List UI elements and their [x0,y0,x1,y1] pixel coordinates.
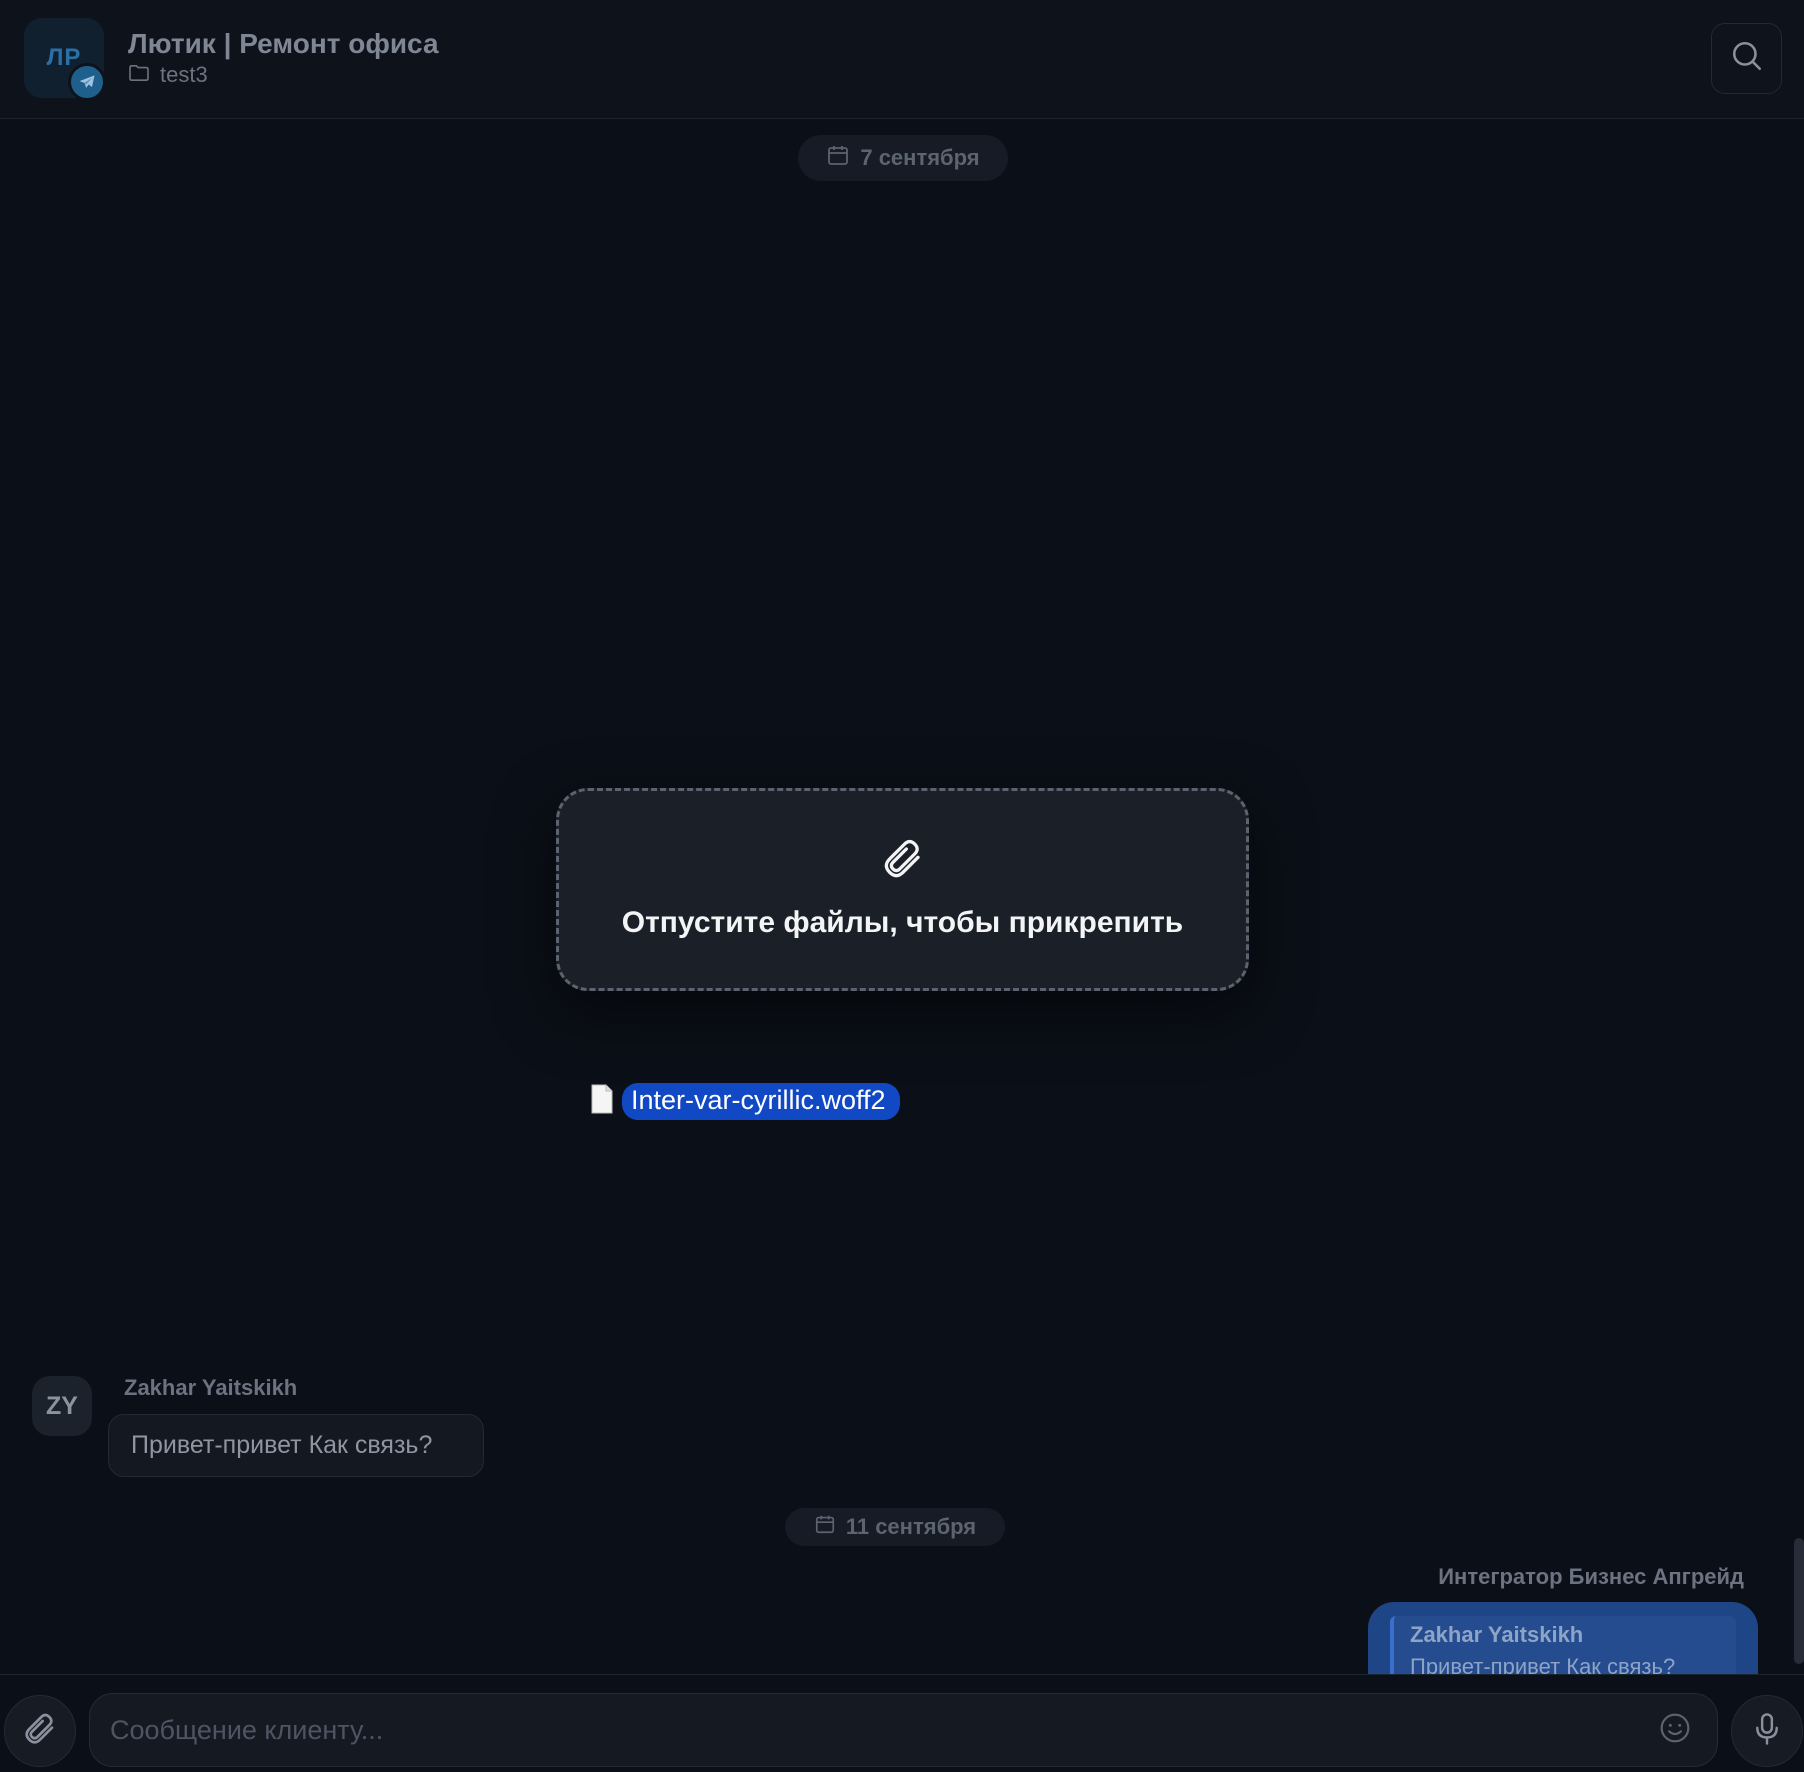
date-label: 7 сентября [860,145,980,170]
smiley-icon [1659,1712,1691,1749]
calendar-icon [826,143,850,173]
folder-icon [128,64,150,87]
search-button[interactable] [1711,23,1782,94]
emoji-button[interactable] [1657,1712,1693,1748]
reply-quote-text: Привет-привет Как связь? [1410,1654,1676,1674]
attach-button[interactable] [4,1695,76,1767]
outgoing-message[interactable]: Zakhar Yaitskikh Привет-привет Как связь… [1368,1602,1758,1674]
message-text: Привет-привет Как связь? [131,1431,433,1459]
dragged-file[interactable]: Inter-var-cyrillic.woff2 [590,1083,900,1120]
outgoing-sender-name: Интегратор Бизнес Апгрейд [1438,1564,1744,1589]
voice-message-button[interactable] [1731,1695,1803,1767]
folder-name: test3 [160,62,208,87]
message-composer [0,1674,1804,1772]
date-separator: 7 сентября [798,135,1008,181]
search-icon [1730,39,1764,78]
incoming-message[interactable]: Привет-привет Как связь? [108,1414,484,1477]
paperclip-icon [24,1713,56,1750]
chat-window: ЛР Лютик | Ремонт офиса test3 7 сентября [0,0,1804,1772]
chat-folder[interactable]: test3 [128,62,208,88]
reply-quote-name: Zakhar Yaitskikh [1410,1622,1584,1647]
message-input-box[interactable] [89,1693,1718,1767]
file-dropzone[interactable]: Отпустите файлы, чтобы прикрепить [556,788,1249,991]
dragged-file-name: Inter-var-cyrillic.woff2 [622,1083,900,1120]
paperclip-icon [883,839,923,884]
calendar-icon [814,1513,836,1541]
date-label: 11 сентября [845,1514,977,1539]
file-icon [590,1084,614,1119]
telegram-icon [68,63,106,101]
dropzone-text: Отпустите файлы, чтобы прикрепить [621,906,1184,939]
sender-avatar[interactable]: ZY [32,1376,92,1436]
chat-avatar[interactable]: ЛР [24,18,106,101]
reply-quote[interactable]: Zakhar Yaitskikh Привет-привет Как связь… [1390,1616,1736,1674]
chat-header: ЛР Лютик | Ремонт офиса test3 [0,0,1804,119]
sender-name: Zakhar Yaitskikh [124,1375,298,1400]
message-input[interactable] [110,1694,1650,1766]
chat-title: Лютик | Ремонт офиса [128,28,439,59]
scrollbar[interactable] [1794,1538,1804,1664]
microphone-icon [1752,1712,1782,1751]
date-separator: 11 сентября [785,1508,1005,1546]
